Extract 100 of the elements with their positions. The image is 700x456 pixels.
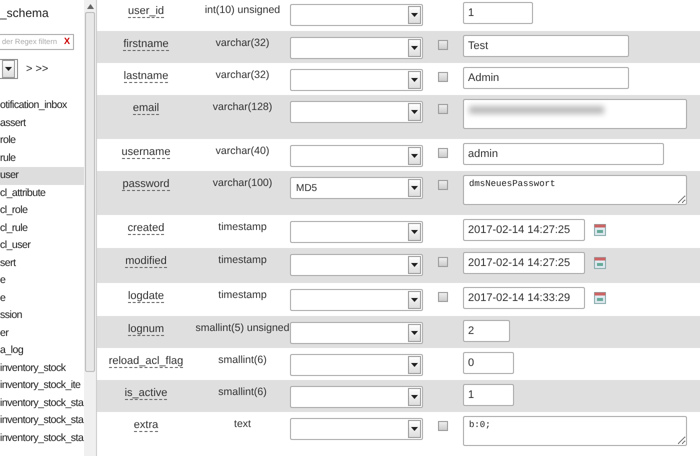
- table-link[interactable]: otification_inbox: [0, 97, 84, 114]
- field-name: lastname: [124, 70, 168, 83]
- page-select[interactable]: [0, 59, 18, 79]
- caret-icon: [411, 331, 418, 335]
- field-name: logdate: [128, 290, 164, 303]
- caret-icon: [411, 46, 418, 50]
- function-select[interactable]: [290, 101, 423, 123]
- table-link[interactable]: e: [0, 272, 84, 290]
- function-select[interactable]: [290, 354, 423, 376]
- field-name: password: [122, 178, 170, 191]
- null-checkbox[interactable]: [438, 421, 448, 431]
- null-checkbox[interactable]: [438, 40, 448, 50]
- caret-icon: [411, 298, 418, 302]
- field-type: smallint(6): [217, 385, 268, 400]
- clear-filter-button[interactable]: X: [64, 35, 70, 49]
- table-link[interactable]: inventory_stock_sta: [0, 394, 84, 412]
- caret-icon: [411, 263, 418, 267]
- table-link[interactable]: role: [0, 132, 84, 150]
- field-name: created: [128, 222, 164, 235]
- null-checkbox[interactable]: [438, 104, 448, 114]
- caret-icon: [411, 110, 418, 114]
- field-name: lognum: [128, 323, 164, 336]
- table-link[interactable]: er: [0, 324, 84, 342]
- calendar-icon[interactable]: [594, 224, 606, 236]
- value-field[interactable]: Admin: [463, 67, 629, 89]
- value-field[interactable]: [463, 99, 687, 129]
- caret-icon: [411, 78, 418, 82]
- function-select[interactable]: [290, 254, 423, 276]
- value-field[interactable]: admin: [463, 143, 664, 165]
- value-field[interactable]: Test: [463, 35, 629, 57]
- value-field[interactable]: 2: [463, 320, 510, 342]
- table-link[interactable]: inventory_stock_sta: [0, 430, 84, 447]
- field-type: timestamp: [217, 253, 268, 268]
- null-checkbox[interactable]: [438, 257, 448, 267]
- calendar-icon[interactable]: [594, 257, 606, 269]
- caret-icon: [411, 395, 418, 399]
- table-link[interactable]: rule: [0, 150, 84, 167]
- field-type: int(10) unsigned: [204, 3, 282, 18]
- field-name: modified: [125, 255, 167, 268]
- table-link[interactable]: cl_rule: [0, 220, 84, 237]
- table-link[interactable]: inventory_stock_ite: [0, 377, 84, 394]
- table-link[interactable]: sert: [0, 254, 84, 272]
- field-type: varchar(32): [214, 68, 270, 83]
- function-select[interactable]: [290, 322, 423, 344]
- function-select[interactable]: [290, 145, 423, 167]
- field-name: user_id: [128, 5, 164, 18]
- function-select[interactable]: MD5: [290, 177, 423, 199]
- null-checkbox[interactable]: [438, 180, 448, 190]
- caret-icon: [411, 230, 418, 234]
- value-field[interactable]: 1: [463, 384, 514, 406]
- database-name[interactable]: _schema: [0, 0, 84, 34]
- function-select[interactable]: [290, 4, 423, 26]
- caret-icon: [411, 13, 418, 17]
- table-link[interactable]: ssion: [0, 307, 84, 324]
- table-link[interactable]: cl_role: [0, 202, 84, 220]
- function-select[interactable]: [290, 221, 423, 243]
- table-link[interactable]: inventory_stock: [0, 360, 84, 377]
- caret-icon: [5, 67, 12, 71]
- field-name: username: [122, 146, 170, 159]
- table-link[interactable]: inventory_stock_sta: [0, 412, 84, 430]
- table-link[interactable]: assert: [0, 114, 84, 132]
- field-name: firstname: [123, 38, 169, 51]
- function-select[interactable]: [290, 289, 423, 311]
- field-name: email: [132, 102, 160, 115]
- table-link[interactable]: cl_attribute: [0, 184, 84, 202]
- value-field[interactable]: b:0;: [463, 416, 687, 446]
- field-name: extra: [134, 419, 158, 432]
- field-type: smallint(6): [217, 353, 268, 368]
- table-link[interactable]: a_log: [0, 342, 84, 360]
- caret-icon: [411, 186, 418, 190]
- field-type: varchar(40): [214, 144, 270, 159]
- value-field[interactable]: 0: [463, 352, 514, 374]
- caret-icon: [411, 154, 418, 158]
- function-select[interactable]: [290, 386, 423, 408]
- scrollbar-thumb[interactable]: [85, 12, 95, 372]
- table-link[interactable]: cl_user: [0, 237, 84, 254]
- function-select[interactable]: [290, 37, 423, 59]
- field-type: timestamp: [217, 288, 268, 303]
- function-select[interactable]: [290, 418, 423, 440]
- value-field[interactable]: 2017-02-14 14:27:25: [463, 219, 585, 241]
- field-type: varchar(100): [212, 176, 274, 191]
- caret-icon: [411, 363, 418, 367]
- function-select[interactable]: [290, 69, 423, 91]
- scrollbar[interactable]: [84, 0, 96, 456]
- value-field[interactable]: 2017-02-14 14:27:25: [463, 252, 585, 274]
- field-type: text: [233, 417, 252, 432]
- scroll-up-icon[interactable]: [86, 4, 94, 9]
- field-type: varchar(32): [214, 36, 270, 51]
- value-field[interactable]: 1: [463, 2, 533, 24]
- value-field[interactable]: 2017-02-14 14:33:29: [463, 287, 585, 309]
- null-checkbox[interactable]: [438, 72, 448, 82]
- calendar-icon[interactable]: [594, 292, 606, 304]
- table-link[interactable]: user: [0, 167, 84, 184]
- field-name: is_active: [124, 387, 168, 400]
- value-field[interactable]: dmsNeuesPasswort: [463, 175, 687, 205]
- field-type: varchar(128): [212, 100, 274, 115]
- next-page-link[interactable]: > >>: [26, 60, 48, 78]
- table-link[interactable]: e: [0, 290, 84, 307]
- null-checkbox[interactable]: [438, 292, 448, 302]
- null-checkbox[interactable]: [438, 148, 448, 158]
